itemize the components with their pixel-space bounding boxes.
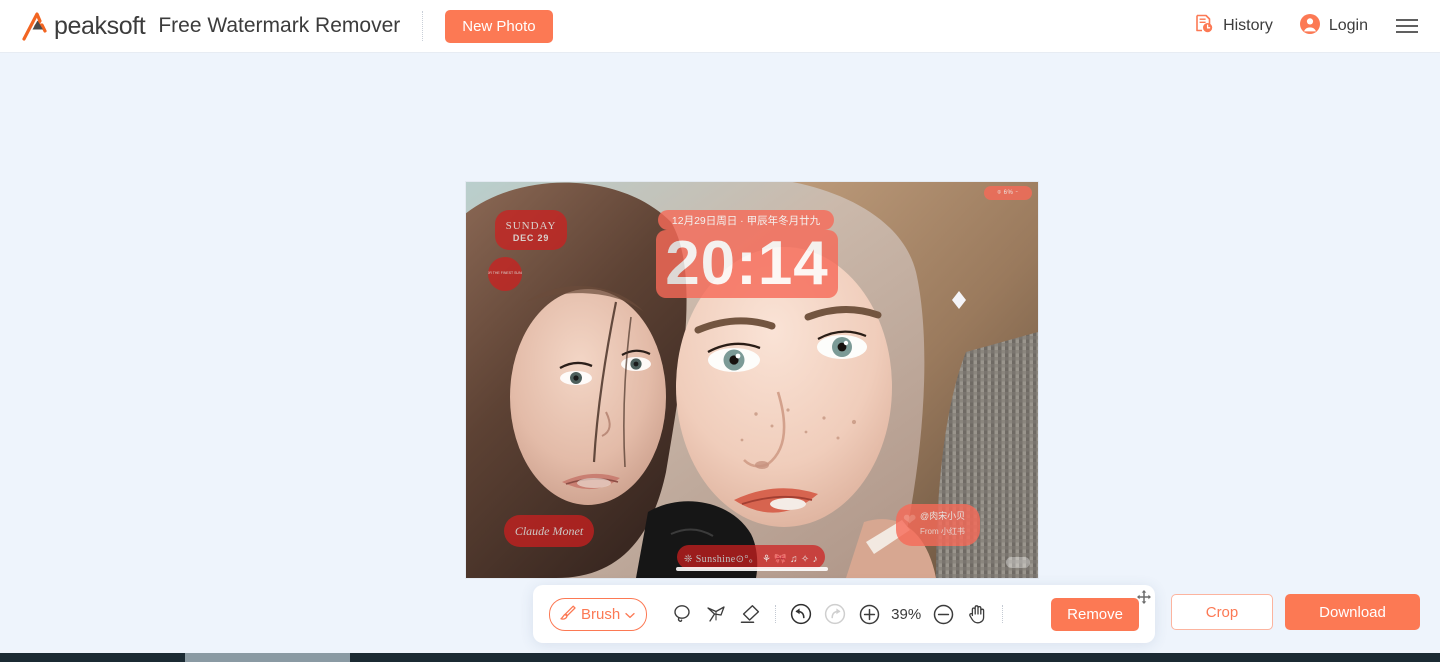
- polygon-lasso-icon[interactable]: [699, 597, 733, 631]
- history-clock-icon: [1193, 13, 1215, 40]
- history-button[interactable]: History: [1193, 13, 1273, 40]
- download-button[interactable]: Download: [1285, 594, 1420, 630]
- brand-logo[interactable]: peaksoft: [22, 11, 146, 41]
- toolbar-separator-2: [1002, 605, 1004, 623]
- hamburger-menu-icon[interactable]: [1394, 16, 1420, 36]
- video-badge: [1006, 557, 1030, 568]
- undo-arrow-icon[interactable]: [784, 597, 818, 631]
- page-title: Free Watermark Remover: [158, 14, 401, 37]
- paint-brush-icon: [559, 604, 576, 625]
- editor-toolbar: Brush 39% Remove: [533, 585, 1155, 643]
- history-label: History: [1223, 17, 1273, 34]
- app-header: peaksoft Free Watermark Remover New Phot…: [0, 0, 1440, 53]
- chevron-down-icon: [625, 606, 635, 623]
- login-label: Login: [1328, 17, 1368, 34]
- horizontal-scrollbar[interactable]: [0, 653, 1440, 662]
- toolbar-separator-1: [775, 605, 777, 623]
- logo-wordmark: peaksoft: [54, 11, 146, 40]
- crop-button[interactable]: Crop: [1171, 594, 1273, 630]
- photo-image: [466, 182, 1038, 578]
- video-progress-bar: [676, 567, 828, 571]
- zoom-level-value: 39%: [891, 605, 922, 623]
- login-button[interactable]: Login: [1299, 13, 1368, 40]
- scrollbar-thumb[interactable]: [185, 653, 350, 662]
- eraser-icon[interactable]: [733, 597, 767, 631]
- hand-pan-icon[interactable]: [960, 597, 994, 631]
- photo-canvas[interactable]: SUNDAY DEC 29 HONOR THE FINEST SUNLOOK 1…: [466, 182, 1038, 578]
- brush-tool-label: Brush: [581, 605, 621, 623]
- brush-tool-button[interactable]: Brush: [549, 597, 648, 631]
- editor-stage: SUNDAY DEC 29 HONOR THE FINEST SUNLOOK 1…: [0, 53, 1440, 653]
- header-actions: History Login: [1167, 13, 1420, 40]
- new-photo-button[interactable]: New Photo: [445, 9, 553, 43]
- zoom-in-icon[interactable]: [852, 597, 886, 631]
- redo-arrow-icon[interactable]: [818, 597, 852, 631]
- zoom-out-icon[interactable]: [926, 597, 960, 631]
- lasso-select-icon[interactable]: [665, 597, 699, 631]
- user-avatar-icon: [1299, 13, 1321, 40]
- apeaksoft-a-logo-icon: [22, 11, 56, 41]
- remove-button[interactable]: Remove: [1051, 597, 1139, 631]
- header-divider: [422, 11, 424, 41]
- move-handle-icon[interactable]: [1136, 589, 1152, 605]
